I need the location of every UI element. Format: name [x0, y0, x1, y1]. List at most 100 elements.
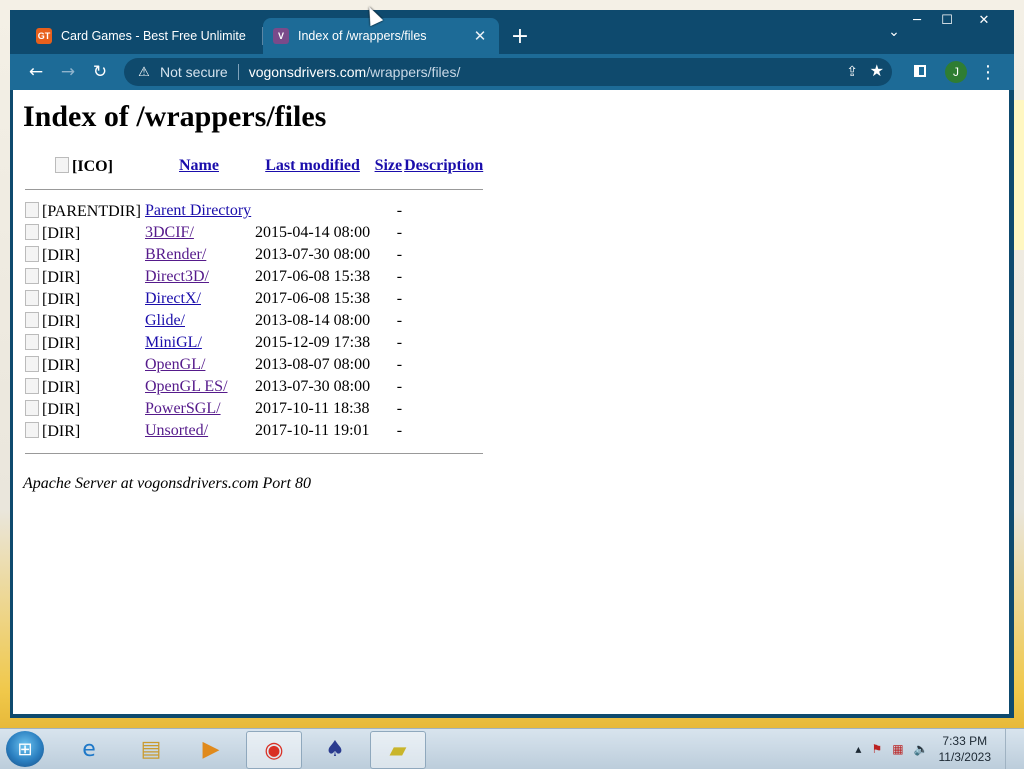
system-clock[interactable]: 7:33 PM 11/3/2023	[939, 733, 992, 765]
start-button[interactable]: ⊞	[6, 731, 44, 767]
browser-menu-icon[interactable]: ⋮	[979, 58, 997, 86]
table-row: [DIR] PowerSGL/2017-10-11 18:38 -	[25, 398, 483, 420]
warning-icon[interactable]: ⚠	[136, 64, 152, 80]
volume-muted-icon[interactable]: 🔈	[914, 742, 929, 756]
folder-icon	[25, 247, 42, 264]
last-modified-cell: 2013-07-30 08:00	[255, 246, 371, 263]
profile-avatar[interactable]: J	[945, 61, 967, 83]
close-tab-icon[interactable]: ✕	[471, 27, 489, 45]
folder-link[interactable]: DirectX/	[145, 290, 201, 307]
file-explorer-icon[interactable]: ▤	[124, 731, 178, 767]
sort-by-size-link[interactable]: Size	[375, 157, 403, 174]
not-secure-label[interactable]: Not secure	[160, 64, 228, 80]
last-modified-cell: 2017-06-08 15:38	[255, 268, 371, 285]
sort-by-description-link[interactable]: Description	[404, 157, 483, 174]
sticky-notes-icon[interactable]: ▰	[370, 731, 426, 769]
reload-icon[interactable]: ↻	[86, 58, 114, 86]
last-modified-cell: 2017-10-11 19:01	[255, 422, 370, 439]
size-cell: -	[396, 290, 403, 307]
action-center-icon[interactable]: ⚑	[871, 742, 882, 756]
show-hidden-icons-icon[interactable]: ▴	[855, 742, 861, 756]
clock-date: 11/3/2023	[938, 750, 992, 764]
folder-link[interactable]: Glide/	[145, 312, 185, 329]
broken-image-icon	[55, 158, 72, 175]
parent-directory-link[interactable]: Parent Directory	[145, 202, 251, 219]
divider-line	[25, 188, 484, 190]
size-cell: -	[396, 246, 403, 263]
tab-index-of-wrappers[interactable]: V Index of /wrappers/files ✕	[263, 18, 499, 54]
icon-alt-text: [DIR]	[42, 290, 81, 308]
folder-icon	[25, 423, 42, 440]
description-cell	[404, 222, 483, 244]
server-signature: Apache Server at vogonsdrivers.com Port …	[23, 475, 311, 492]
folder-icon	[25, 269, 42, 286]
table-row: [DIR] OpenGL/2013-08-07 08:00 -	[25, 354, 483, 376]
vogons-favicon-icon: V	[273, 28, 289, 44]
table-row: [DIR] 3DCIF/2015-04-14 08:00 -	[25, 222, 483, 244]
icon-alt-text: [DIR]	[42, 268, 81, 286]
title-bar: GT Card Games - Best Free Unlimite V Ind…	[10, 10, 1014, 54]
last-modified-cell: 2013-08-07 08:00	[255, 356, 371, 373]
description-cell	[404, 310, 483, 332]
folder-link[interactable]: 3DCIF/	[145, 224, 194, 241]
new-tab-button[interactable]: +	[505, 18, 535, 54]
tab-card-games[interactable]: GT Card Games - Best Free Unlimite	[26, 18, 262, 54]
clock-time: 7:33 PM	[942, 734, 988, 748]
icon-alt-text: [DIR]	[42, 356, 81, 374]
description-cell	[404, 332, 483, 354]
folder-link[interactable]: OpenGL/	[145, 356, 205, 373]
size-cell: -	[396, 224, 403, 241]
url-path: /wrappers/files/	[366, 64, 461, 80]
sort-by-name-link[interactable]: Name	[179, 157, 219, 174]
system-tray: ▴ ⚑ ▦ 🔈 7:33 PM 11/3/2023	[855, 729, 1016, 769]
chrome-icon[interactable]: ◉	[246, 731, 302, 769]
card-games-favicon-icon: GT	[36, 28, 52, 44]
maximize-button[interactable]: ☐	[932, 10, 962, 30]
size-cell: -	[396, 378, 403, 395]
folder-icon	[25, 291, 42, 308]
window-controls: ─ ☐ ✕	[902, 10, 1006, 30]
page-content: Index of /wrappers/files [ICO] Name Last…	[13, 90, 1009, 714]
media-player-icon[interactable]: ▶	[184, 731, 238, 767]
share-icon[interactable]: ⇪	[846, 63, 858, 80]
folder-link[interactable]: OpenGL ES/	[145, 378, 228, 395]
divider-row	[25, 442, 484, 464]
tab-search-chevron-icon[interactable]: ⌄	[884, 24, 904, 46]
close-window-button[interactable]: ✕	[962, 10, 1006, 30]
icon-alt-text: [DIR]	[42, 400, 81, 418]
folder-link[interactable]: Unsorted/	[145, 422, 208, 439]
description-cell	[404, 244, 483, 266]
folder-icon	[25, 379, 42, 396]
folder-link[interactable]: Direct3D/	[145, 268, 209, 285]
address-bar[interactable]: ⚠ Not secure vogonsdrivers.com/wrappers/…	[124, 58, 892, 86]
table-header-row: [ICO] Name Last modified Size Descriptio…	[25, 154, 483, 178]
solitaire-icon[interactable]: ♠	[308, 731, 362, 767]
divider-row	[25, 178, 484, 200]
minimize-button[interactable]: ─	[902, 10, 932, 30]
icon-alt-text: [DIR]	[42, 422, 81, 440]
back-arrow-icon[interactable]: ←	[22, 58, 50, 86]
tab-strip: GT Card Games - Best Free Unlimite V Ind…	[26, 18, 535, 54]
browser-toolbar: ← → ↻ ⚠ Not secure vogonsdrivers.com/wra…	[10, 54, 1014, 90]
folder-icon	[25, 401, 42, 418]
icon-alt-text: [DIR]	[42, 224, 81, 242]
folder-link[interactable]: MiniGL/	[145, 334, 202, 351]
last-modified-cell: 2015-04-14 08:00	[255, 224, 371, 241]
network-icon[interactable]: ▦	[892, 742, 903, 756]
show-desktop-button[interactable]	[1005, 729, 1016, 769]
folder-link[interactable]: PowerSGL/	[145, 400, 221, 417]
folder-icon	[25, 357, 42, 374]
bookmark-star-icon[interactable]: ★	[870, 61, 884, 81]
size-cell: -	[396, 268, 403, 285]
icon-alt-text: [PARENTDIR]	[42, 202, 141, 220]
url-host: vogonsdrivers.com	[248, 64, 367, 80]
table-row: [PARENTDIR] Parent Directory -	[25, 200, 483, 222]
internet-explorer-icon[interactable]: e	[62, 731, 116, 767]
folder-link[interactable]: BRender/	[145, 246, 206, 263]
icon-alt-text: [DIR]	[42, 312, 81, 330]
side-panel-icon[interactable]	[914, 65, 926, 77]
icon-alt-text: [DIR]	[42, 334, 81, 352]
description-cell	[404, 420, 483, 442]
sort-by-last-modified-link[interactable]: Last modified	[265, 157, 360, 174]
forward-arrow-icon[interactable]: →	[54, 58, 82, 86]
